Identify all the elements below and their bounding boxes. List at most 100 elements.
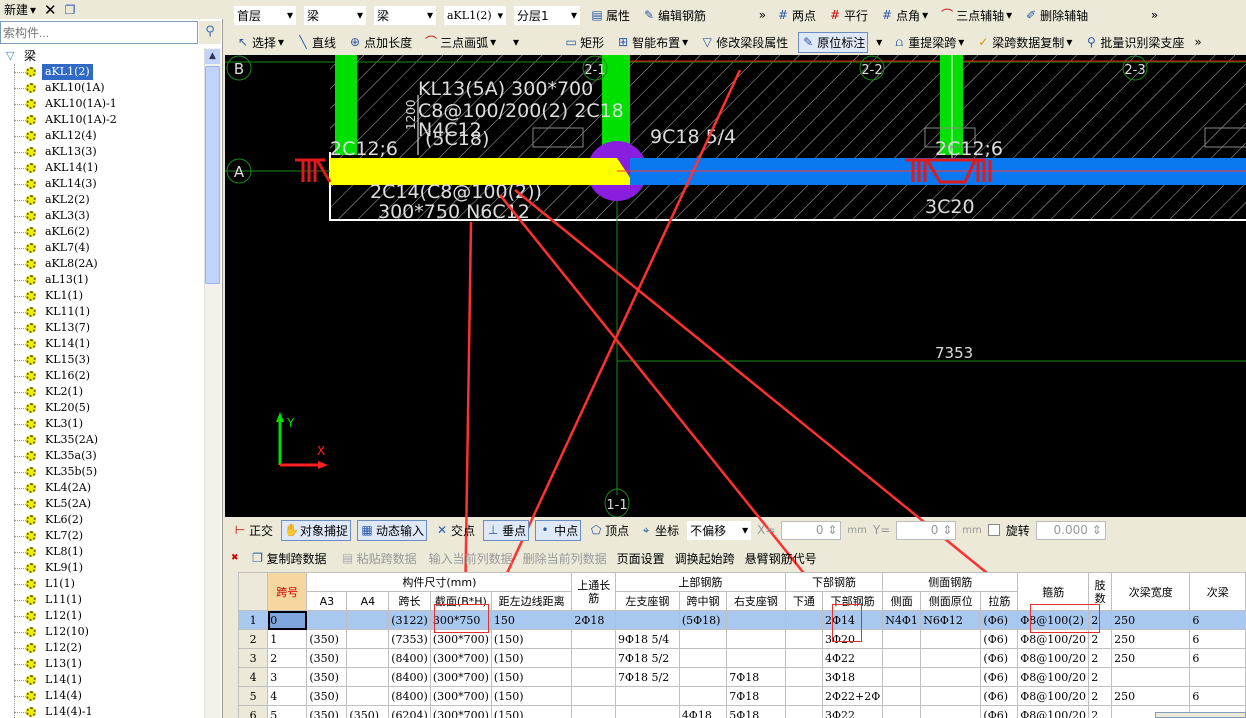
search-icon[interactable]: ⚲: [199, 21, 221, 44]
table-cell[interactable]: 6: [1189, 610, 1246, 630]
table-cell[interactable]: (Φ6): [980, 705, 1019, 718]
table-cell[interactable]: 7Φ18 5/2: [615, 667, 680, 687]
table-cell[interactable]: (350): [306, 705, 348, 718]
dynamic-input-button[interactable]: ▦ 动态输入: [357, 519, 428, 541]
perpendicular-button[interactable]: ⊥ 垂点: [483, 519, 530, 541]
table-cell[interactable]: 0: [267, 610, 308, 630]
offset-select[interactable]: 不偏移 ▾: [687, 520, 752, 540]
table-cell[interactable]: 3Φ18: [822, 667, 884, 687]
table-row[interactable]: 5 4 (350) (8400) (300*700) (150) 7Φ18 2Φ22+2Φ (Φ…: [238, 686, 1246, 706]
table-cell[interactable]: 6: [1189, 648, 1246, 668]
table-cell[interactable]: 1: [267, 629, 308, 649]
page-setup-button[interactable]: 页面设置: [617, 550, 665, 567]
cantilever-code-button[interactable]: 悬臂钢筋代号: [745, 550, 817, 567]
select-button[interactable]: ↖ 选择 ▾: [234, 33, 286, 52]
table-cell[interactable]: (150): [490, 629, 573, 649]
table-cell[interactable]: (8400): [388, 667, 431, 687]
paste-span-button[interactable]: ▤ 粘贴跨数据: [339, 549, 419, 568]
table-cell[interactable]: [1111, 667, 1191, 687]
table-cell[interactable]: 250: [1111, 686, 1191, 706]
table-cell[interactable]: (3122): [388, 610, 431, 630]
modify-segment-button[interactable]: ▽ 修改梁段属性: [698, 33, 790, 52]
table-cell[interactable]: (Φ6): [980, 629, 1019, 649]
table-cell[interactable]: (150): [490, 667, 573, 687]
midpoint-button[interactable]: • 中点: [535, 519, 582, 541]
table-cell[interactable]: [784, 610, 824, 630]
table-cell[interactable]: 7Φ18 5/2: [615, 648, 680, 668]
table-cell[interactable]: [784, 705, 824, 718]
table-cell[interactable]: (300*700): [429, 667, 492, 687]
table-cell[interactable]: 7Φ18: [726, 686, 786, 706]
table-cell[interactable]: Φ8@100/20: [1017, 648, 1090, 668]
table-cell[interactable]: (Φ6): [980, 667, 1019, 687]
coordinate-button[interactable]: ⌖ 坐标: [637, 521, 681, 540]
table-cell[interactable]: 2Φ18: [571, 610, 617, 630]
table-cell[interactable]: [571, 629, 617, 649]
table-cell[interactable]: [615, 705, 680, 718]
scroll-up-button[interactable]: ▲: [205, 49, 220, 64]
table-cell[interactable]: 5Φ18: [726, 705, 786, 718]
two-point-button[interactable]: # 两点: [774, 6, 818, 25]
table-cell[interactable]: [678, 629, 728, 649]
new-button[interactable]: 新建 ▾: [2, 0, 38, 19]
table-cell[interactable]: [726, 648, 786, 668]
table-cell[interactable]: [784, 686, 824, 706]
copy-span-data-button[interactable]: ✓ 梁跨数据复制 ▾: [974, 33, 1074, 52]
more-icon[interactable]: »: [1194, 35, 1201, 49]
intersect-button[interactable]: ✕ 交点: [433, 521, 477, 540]
table-cell[interactable]: (150): [490, 648, 573, 668]
table-cell[interactable]: [920, 705, 982, 718]
table-cell[interactable]: [882, 705, 922, 718]
table-cell[interactable]: (150): [490, 705, 573, 718]
table-cell[interactable]: [882, 686, 922, 706]
table-cell[interactable]: [346, 686, 390, 706]
more-icon[interactable]: »: [1098, 8, 1158, 22]
batch-identify-button[interactable]: ⚲ 批量识别梁支座: [1082, 33, 1186, 52]
table-cell[interactable]: Φ8@100/20: [1017, 667, 1090, 687]
table-row[interactable]: 6 5 (350) (350) (6204) (300*700) (150) 4Φ18 5Φ18…: [238, 705, 1246, 718]
point-length-button[interactable]: ⊕ 点加长度: [346, 33, 414, 52]
in-situ-annotation-button[interactable]: ✎ 原位标注: [798, 31, 869, 53]
table-cell[interactable]: (300*700): [429, 686, 492, 706]
table-cell[interactable]: 9Φ18 5/4: [615, 629, 680, 649]
table-cell[interactable]: N6Φ12: [920, 610, 982, 630]
table-cell[interactable]: 2: [1088, 705, 1113, 718]
search-input[interactable]: [0, 21, 198, 44]
table-cell[interactable]: (350): [306, 686, 348, 706]
table-cell[interactable]: [726, 629, 786, 649]
delete-column-button[interactable]: 删除当前列数据: [523, 550, 607, 567]
table-cell[interactable]: 250: [1111, 629, 1191, 649]
table-cell[interactable]: [920, 629, 982, 649]
vertex-button[interactable]: ⬠ 顶点: [587, 521, 631, 540]
table-cell[interactable]: (Φ6): [980, 610, 1019, 630]
table-cell[interactable]: [920, 667, 982, 687]
table-cell[interactable]: 3Φ22: [822, 705, 884, 718]
table-cell[interactable]: [346, 648, 390, 668]
drawing-canvas[interactable]: B A 2-1 2-2 2-3 1-1 KL13(5A) 300*700 C8@…: [225, 55, 1246, 517]
edit-rebar-button[interactable]: ✎ 编辑钢筋: [640, 6, 708, 25]
table-cell[interactable]: (6204): [388, 705, 431, 718]
table-cell[interactable]: 2: [1088, 686, 1113, 706]
table-cell[interactable]: (350): [306, 648, 348, 668]
table-cell[interactable]: [882, 667, 922, 687]
table-cell[interactable]: (8400): [388, 648, 431, 668]
more-icon[interactable]: »: [716, 8, 766, 22]
re-extract-span-button[interactable]: ⩍ 重提梁跨 ▾: [890, 33, 966, 52]
table-cell[interactable]: 4Φ22: [822, 648, 884, 668]
table-cell[interactable]: (350): [306, 629, 348, 649]
table-cell[interactable]: (350): [306, 667, 348, 687]
table-cell[interactable]: (Φ6): [980, 648, 1019, 668]
table-cell[interactable]: [571, 667, 617, 687]
table-cell[interactable]: [571, 648, 617, 668]
table-cell[interactable]: 2: [267, 648, 308, 668]
table-cell[interactable]: [784, 629, 824, 649]
table-cell[interactable]: 5: [267, 705, 308, 718]
table-cell[interactable]: (7353): [388, 629, 431, 649]
table-cell[interactable]: Φ8@100/20: [1017, 705, 1090, 718]
table-cell[interactable]: [784, 667, 824, 687]
table-cell[interactable]: (Φ6): [980, 686, 1019, 706]
table-cell[interactable]: Φ8@100/20: [1017, 686, 1090, 706]
table-cell[interactable]: 3: [267, 667, 308, 687]
table-cell[interactable]: [571, 686, 617, 706]
rotate-checkbox[interactable]: [987, 524, 1000, 536]
